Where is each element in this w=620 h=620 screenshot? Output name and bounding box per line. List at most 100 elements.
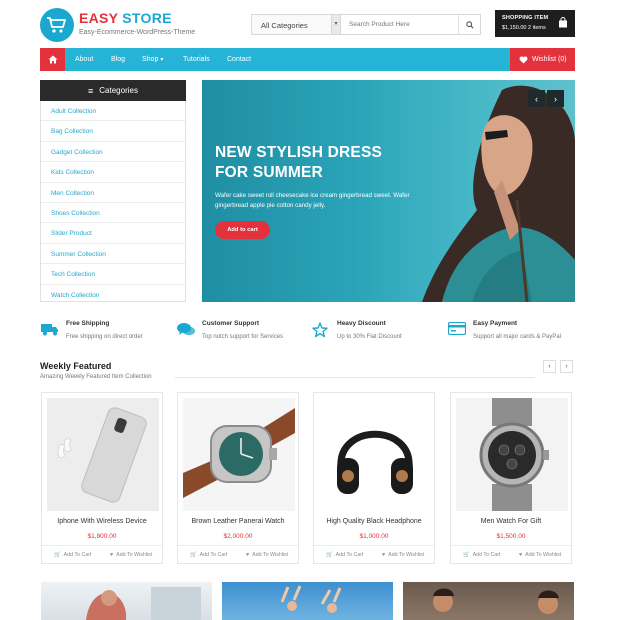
category-item[interactable]: Slider Product	[41, 223, 185, 244]
product-price: $1,000.00	[359, 533, 389, 540]
add-to-cart-label: Add To Cart	[63, 552, 92, 558]
wishlist-label: Wishlist (0)	[532, 56, 567, 63]
product-card[interactable]: Brown Leather Panerai Watch $2,000.00 🛒 A…	[177, 392, 299, 564]
add-to-wishlist-label: Add To Wishlist	[525, 552, 562, 558]
product-name[interactable]: High Quality Black Headphone	[314, 518, 434, 525]
hero-description: Wafer cake sweet roll cheesecake ice cre…	[215, 192, 410, 209]
heart-icon	[519, 56, 528, 64]
heart-icon: ♥	[382, 552, 386, 558]
categories-list: Adult Collection Bag Collection Gadget C…	[41, 101, 185, 305]
product-price: $1,800.00	[87, 533, 117, 540]
nav-item-tutorials[interactable]: Tutorials	[183, 56, 210, 63]
heart-icon: ♥	[110, 552, 114, 558]
cart-label: SHOPPING ITEM	[502, 15, 549, 21]
shopping-bag-icon	[559, 17, 567, 28]
chevron-down-icon: ▾	[331, 15, 340, 34]
carousel-next-button[interactable]: ›	[560, 360, 573, 373]
cart-icon: 🛒	[326, 552, 333, 558]
heart-icon: ♥	[519, 552, 523, 558]
product-name[interactable]: Brown Leather Panerai Watch	[178, 518, 298, 525]
site-logo-title[interactable]: EASY STORE	[79, 10, 172, 26]
add-to-cart-button[interactable]: 🛒 Add To Cart	[463, 552, 500, 558]
home-button[interactable]	[40, 48, 65, 71]
categories-header: ≡ Categories	[40, 80, 186, 101]
category-select[interactable]: All Categories ▾	[252, 15, 341, 34]
nav-item-shop-label: Shop	[142, 56, 159, 63]
add-to-cart-button[interactable]: 🛒 Add To Cart	[326, 552, 363, 558]
feature-desc: Free shipping on direct order	[66, 334, 143, 340]
add-to-cart-button[interactable]: 🛒 Add To Cart	[190, 552, 227, 558]
card-divider	[451, 545, 571, 546]
category-item[interactable]: Gadget Collection	[41, 142, 185, 163]
category-item[interactable]: Shoes Collection	[41, 203, 185, 224]
category-item[interactable]: Summer Collection	[41, 244, 185, 265]
feature-title: Easy Payment	[473, 320, 518, 327]
product-card[interactable]: Men Watch For Gift $1,500.00 🛒 Add To Car…	[450, 392, 572, 564]
hero-title-line2: FOR SUMMER	[215, 164, 323, 181]
search-button[interactable]	[458, 15, 480, 34]
add-to-wishlist-button[interactable]: ♥ Add To Wishlist	[382, 552, 424, 558]
add-to-wishlist-button[interactable]: ♥ Add To Wishlist	[110, 552, 152, 558]
nav-item-contact[interactable]: Contact	[227, 56, 251, 63]
category-select-value: All Categories	[261, 21, 308, 30]
chevron-left-icon: ‹	[548, 363, 551, 370]
cart-icon: 🛒	[54, 552, 61, 558]
main-nav: About Blog Shop ▾ Tutorials Contact Wish…	[40, 48, 575, 71]
category-item[interactable]: Bag Collection	[41, 121, 185, 142]
category-item[interactable]: Tech Collection	[41, 264, 185, 285]
nav-item-shop[interactable]: Shop ▾	[142, 56, 163, 63]
product-price: $2,000.00	[223, 533, 253, 540]
shopping-cart-button[interactable]: SHOPPING ITEM $1,150.00 2 items	[495, 10, 575, 37]
product-name[interactable]: Men Watch For Gift	[451, 518, 571, 525]
home-icon	[48, 55, 57, 64]
carousel-prev-button[interactable]: ‹	[543, 360, 556, 373]
slider-prev-button[interactable]: ‹	[528, 90, 545, 107]
promo-banner-image[interactable]	[222, 582, 393, 620]
slider-next-button[interactable]: ›	[547, 90, 564, 107]
feature-desc: Top notch support for Services	[202, 334, 284, 340]
logo-word-store: STORE	[122, 10, 172, 26]
product-card[interactable]: Iphone With Wireless Device $1,800.00 🛒 A…	[41, 392, 163, 564]
site-header: EASY STORE Easy-Ecommerce-WordPress-Them…	[0, 0, 620, 48]
product-image-iphone[interactable]	[47, 398, 159, 511]
add-to-wishlist-label: Add To Wishlist	[388, 552, 425, 558]
search-icon	[465, 20, 474, 29]
logo-word-easy: EASY	[79, 10, 119, 26]
promo-banner-image[interactable]	[403, 582, 574, 620]
product-image-headphone[interactable]	[319, 398, 431, 511]
card-divider	[314, 545, 434, 546]
promo-banner-image[interactable]	[41, 582, 212, 620]
add-to-cart-button[interactable]: 🛒 Add To Cart	[54, 552, 91, 558]
category-item[interactable]: Men Collection	[41, 183, 185, 203]
cart-logo-icon[interactable]	[40, 8, 74, 42]
search-input[interactable]	[341, 15, 458, 34]
category-item[interactable]: Adult Collection	[41, 101, 185, 122]
search-bar: All Categories ▾	[251, 14, 481, 35]
feature-title: Customer Support	[202, 320, 260, 327]
chevron-down-icon: ▾	[160, 57, 164, 63]
nav-item-blog[interactable]: Blog	[111, 56, 125, 63]
section-divider	[175, 377, 535, 378]
product-image-men-watch[interactable]	[456, 398, 568, 511]
chevron-left-icon: ‹	[535, 93, 538, 104]
category-item[interactable]: Watch Collection	[41, 285, 185, 305]
hero-add-to-cart-button[interactable]: Add to cart	[215, 221, 270, 239]
hero-slider: NEW STYLISH DRESS FOR SUMMER Wafer cake …	[202, 80, 575, 302]
feature-title: Free Shipping	[66, 320, 110, 327]
add-to-wishlist-button[interactable]: ♥ Add To Wishlist	[519, 552, 561, 558]
product-image-panerai-watch[interactable]	[183, 398, 295, 511]
chevron-right-icon: ›	[565, 363, 568, 370]
chevron-right-icon: ›	[554, 93, 557, 104]
add-to-wishlist-button[interactable]: ♥ Add To Wishlist	[246, 552, 288, 558]
product-card[interactable]: High Quality Black Headphone $1,000.00 🛒…	[313, 392, 435, 564]
cart-value: $1,150.00 2 items	[502, 25, 546, 31]
wishlist-button[interactable]: Wishlist (0)	[510, 48, 575, 71]
add-to-cart-label: Add To Cart	[199, 552, 228, 558]
product-name[interactable]: Iphone With Wireless Device	[42, 518, 162, 525]
card-divider	[178, 545, 298, 546]
category-item[interactable]: Kids Collection	[41, 162, 185, 183]
add-to-wishlist-label: Add To Wishlist	[116, 552, 153, 558]
feature-desc: Support all major cards & PayPal	[473, 334, 562, 340]
site-tagline: Easy-Ecommerce-WordPress-Theme	[79, 29, 196, 36]
nav-item-about[interactable]: About	[75, 56, 93, 63]
